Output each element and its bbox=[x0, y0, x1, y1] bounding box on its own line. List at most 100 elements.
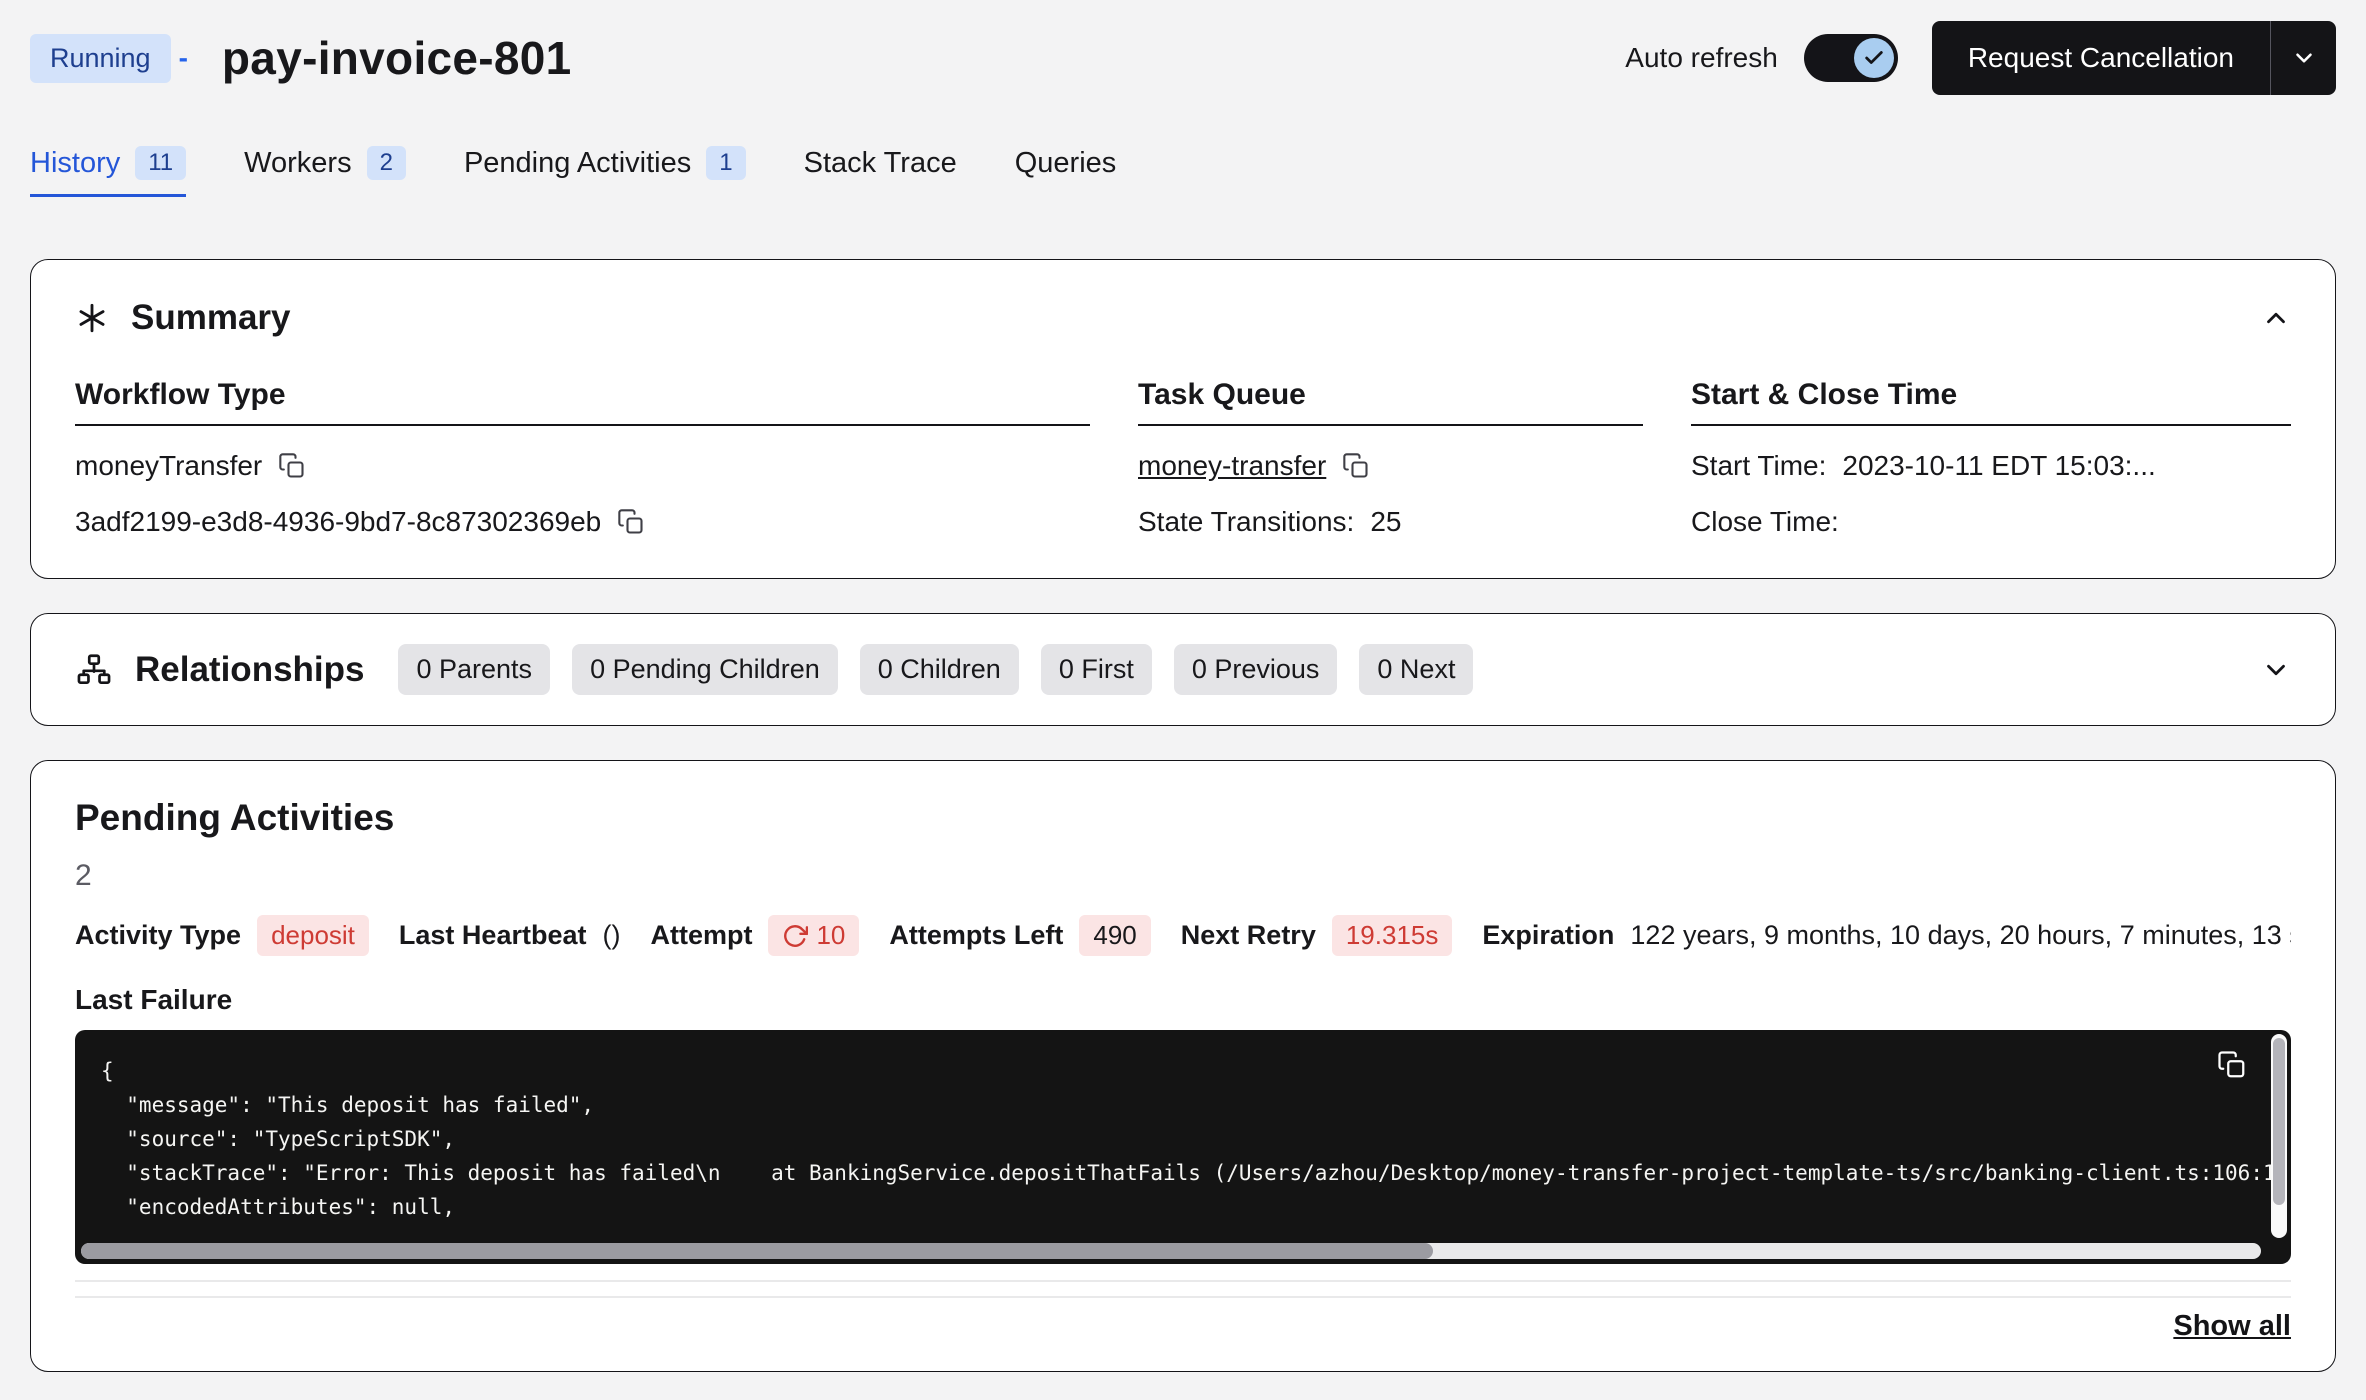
expiration-field: Expiration 122 years, 9 months, 10 days,… bbox=[1482, 920, 2291, 951]
attempt-value: 10 bbox=[816, 920, 845, 951]
task-queue-link[interactable]: money-transfer bbox=[1138, 450, 1326, 482]
copy-workflow-type-button[interactable] bbox=[278, 452, 306, 480]
check-icon bbox=[1863, 47, 1885, 69]
auto-refresh-toggle[interactable] bbox=[1804, 34, 1898, 82]
request-cancellation-button[interactable]: Request Cancellation bbox=[1932, 21, 2270, 95]
show-all-row: Show all bbox=[75, 1310, 2291, 1343]
tab-label: Pending Activities bbox=[464, 147, 691, 180]
run-id-value: 3adf2199-e3d8-4936-9bd7-8c87302369eb bbox=[75, 506, 601, 538]
vertical-scrollbar-thumb[interactable] bbox=[2273, 1038, 2285, 1205]
tab-count-badge: 11 bbox=[135, 146, 186, 180]
activity-type-label: Activity Type bbox=[75, 920, 241, 951]
copy-icon bbox=[617, 508, 645, 536]
task-queue-header: Task Queue bbox=[1138, 378, 1643, 426]
task-queue-column: Task Queue money-transfer State Transiti… bbox=[1138, 378, 1643, 538]
copy-icon bbox=[278, 452, 306, 480]
copy-icon bbox=[2217, 1050, 2247, 1080]
pending-activities-card: Pending Activities 2 Activity Type depos… bbox=[30, 760, 2336, 1372]
summary-asterisk-icon bbox=[75, 301, 109, 335]
state-transitions-label: State Transitions: bbox=[1138, 506, 1354, 538]
workflow-type-value: moneyTransfer bbox=[75, 450, 262, 482]
attempt-field: Attempt 10 bbox=[650, 915, 859, 956]
last-heartbeat-value: () bbox=[602, 920, 620, 951]
status-badge: Running bbox=[30, 34, 171, 83]
next-retry-label: Next Retry bbox=[1181, 920, 1316, 951]
toggle-knob bbox=[1854, 38, 1894, 78]
state-transitions-value: 25 bbox=[1370, 506, 1401, 538]
last-failure-label: Last Failure bbox=[75, 984, 2291, 1016]
tab-pending-activities[interactable]: Pending Activities 1 bbox=[464, 146, 746, 197]
sitemap-icon bbox=[75, 651, 113, 689]
tab-bar: History 11 Workers 2 Pending Activities … bbox=[30, 146, 2336, 197]
activity-type-field: Activity Type deposit bbox=[75, 915, 369, 956]
pending-children-badge: 0 Pending Children bbox=[572, 644, 838, 695]
horizontal-scrollbar-thumb[interactable] bbox=[81, 1243, 1433, 1259]
tab-count-badge: 1 bbox=[706, 146, 745, 180]
row-divider bbox=[75, 1280, 2291, 1282]
copy-task-queue-button[interactable] bbox=[1342, 452, 1370, 480]
time-column: Start & Close Time Start Time: 2023-10-1… bbox=[1691, 378, 2291, 538]
last-heartbeat-field: Last Heartbeat () bbox=[399, 920, 621, 951]
vertical-scrollbar[interactable] bbox=[2271, 1034, 2287, 1238]
expiration-value: 122 years, 9 months, 10 days, 20 hours, … bbox=[1630, 920, 2291, 951]
children-badge: 0 Children bbox=[860, 644, 1019, 695]
attempts-left-badge: 490 bbox=[1079, 915, 1150, 956]
tab-label: Workers bbox=[244, 147, 351, 180]
first-badge: 0 First bbox=[1041, 644, 1152, 695]
chevron-down-icon bbox=[2261, 655, 2291, 685]
attempts-left-field: Attempts Left 490 bbox=[889, 915, 1150, 956]
tab-label: Queries bbox=[1015, 147, 1117, 180]
summary-collapse-button[interactable] bbox=[2261, 303, 2291, 333]
workflow-detail-page: Running - pay-invoice-801 Auto refresh R… bbox=[0, 0, 2366, 1400]
start-time-label: Start Time: bbox=[1691, 450, 1826, 482]
last-heartbeat-label: Last Heartbeat bbox=[399, 920, 587, 951]
tab-workers[interactable]: Workers 2 bbox=[244, 146, 406, 197]
summary-grid: Workflow Type moneyTransfer 3adf2199-e3d… bbox=[75, 378, 2291, 538]
copy-failure-button[interactable] bbox=[2217, 1050, 2247, 1080]
last-failure-code-block: { "message": "This deposit has failed", … bbox=[75, 1030, 2291, 1264]
copy-icon bbox=[1342, 452, 1370, 480]
header: Running - pay-invoice-801 Auto refresh R… bbox=[30, 20, 2336, 96]
summary-title: Summary bbox=[131, 298, 291, 338]
time-header: Start & Close Time bbox=[1691, 378, 2291, 426]
workflow-type-column: Workflow Type moneyTransfer 3adf2199-e3d… bbox=[75, 378, 1090, 538]
next-retry-field: Next Retry 19.315s bbox=[1181, 915, 1453, 956]
tab-stack-trace[interactable]: Stack Trace bbox=[804, 146, 957, 197]
relationships-card: Relationships 0 Parents 0 Pending Childr… bbox=[30, 613, 2336, 726]
activity-summary-row: Activity Type deposit Last Heartbeat () … bbox=[75, 915, 2291, 956]
cancellation-options-button[interactable] bbox=[2270, 21, 2336, 95]
tab-queries[interactable]: Queries bbox=[1015, 146, 1117, 197]
tab-label: Stack Trace bbox=[804, 147, 957, 180]
status-loading-indicator: - bbox=[179, 42, 188, 74]
tab-history[interactable]: History 11 bbox=[30, 146, 186, 197]
attempt-label: Attempt bbox=[650, 920, 752, 951]
request-cancellation-split-button: Request Cancellation bbox=[1932, 21, 2336, 95]
show-all-link[interactable]: Show all bbox=[2173, 1310, 2291, 1343]
retry-icon bbox=[782, 923, 808, 949]
summary-card: Summary Workflow Type moneyTransfer bbox=[30, 259, 2336, 579]
relationships-expand-button[interactable] bbox=[2261, 655, 2291, 685]
next-badge: 0 Next bbox=[1359, 644, 1473, 695]
attempt-badge: 10 bbox=[768, 915, 859, 956]
pending-activities-count: 2 bbox=[75, 859, 2291, 893]
parents-badge: 0 Parents bbox=[398, 644, 550, 695]
attempts-left-label: Attempts Left bbox=[889, 920, 1063, 951]
row-divider bbox=[75, 1296, 2291, 1298]
chevron-up-icon bbox=[2261, 303, 2291, 333]
tab-label: History bbox=[30, 147, 120, 180]
tab-count-badge: 2 bbox=[367, 146, 406, 180]
next-retry-badge: 19.315s bbox=[1332, 915, 1453, 956]
summary-header: Summary bbox=[75, 298, 2291, 338]
horizontal-scrollbar[interactable] bbox=[81, 1243, 2261, 1259]
auto-refresh-label: Auto refresh bbox=[1625, 42, 1778, 74]
close-time-label: Close Time: bbox=[1691, 506, 1839, 538]
page-title: pay-invoice-801 bbox=[222, 31, 572, 85]
status-label: Running bbox=[50, 43, 151, 74]
pending-activities-title: Pending Activities bbox=[75, 797, 2291, 839]
failure-json: { "message": "This deposit has failed", … bbox=[101, 1054, 2221, 1224]
activity-type-badge: deposit bbox=[257, 915, 369, 956]
expiration-label: Expiration bbox=[1482, 920, 1614, 951]
copy-run-id-button[interactable] bbox=[617, 508, 645, 536]
relationships-title: Relationships bbox=[135, 650, 364, 690]
start-time-value: 2023-10-11 EDT 15:03:... bbox=[1842, 450, 2155, 482]
